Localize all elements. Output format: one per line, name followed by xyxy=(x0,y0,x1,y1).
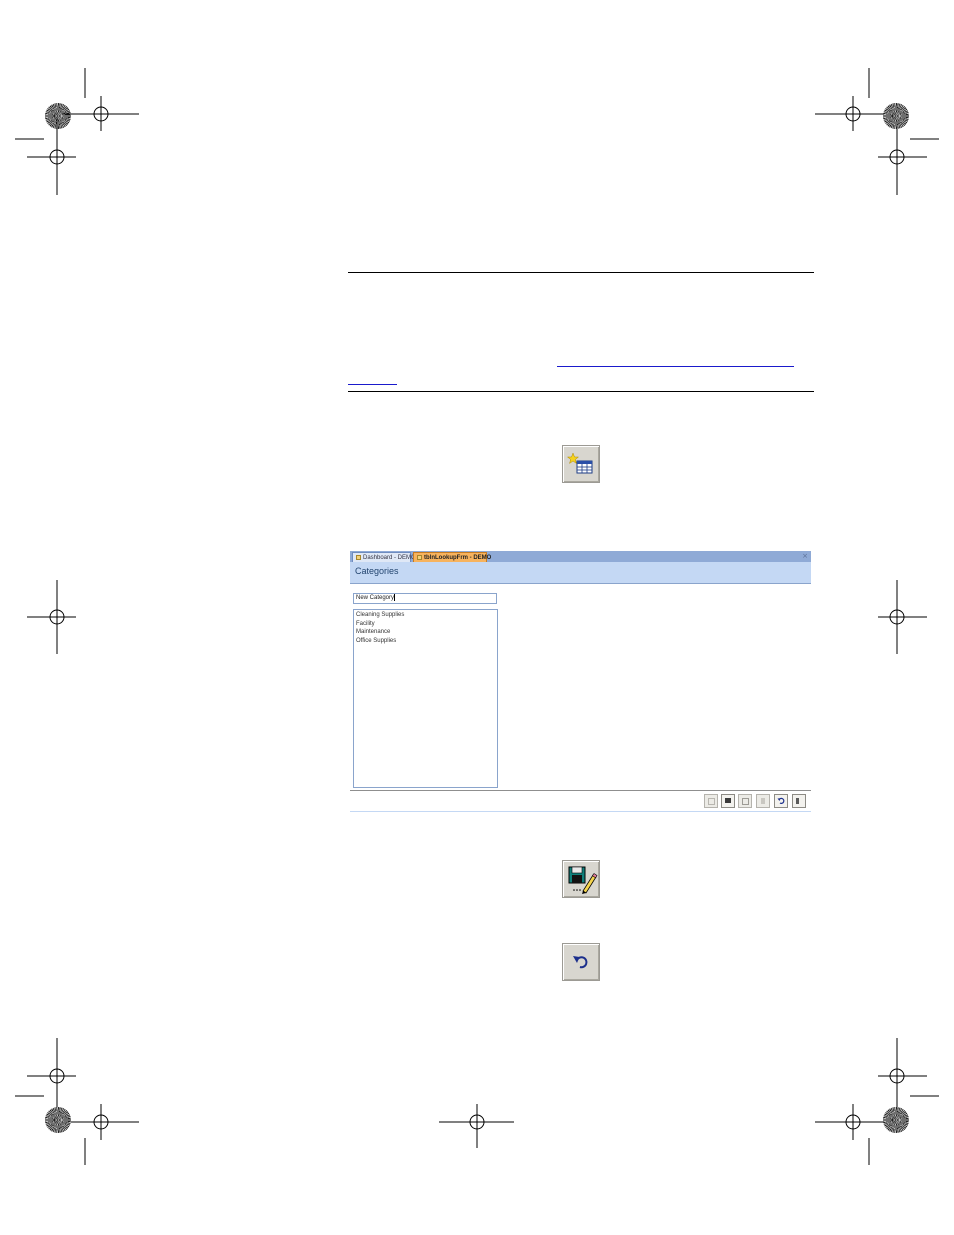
save-edit-button[interactable] xyxy=(562,860,600,898)
save-edit-icon xyxy=(568,866,598,894)
undo-button[interactable] xyxy=(562,943,600,981)
new-record-icon xyxy=(566,452,593,474)
list-item[interactable]: Office Supplies xyxy=(356,637,495,646)
text-cursor xyxy=(394,594,396,601)
document-tab-bar: Dashboard - DEMO tblnLookupFrm - DEMO × xyxy=(350,551,811,562)
category-list[interactable]: Cleaning Supplies Facility Maintenance O… xyxy=(353,609,498,788)
list-item[interactable]: Maintenance xyxy=(356,628,495,637)
list-item[interactable]: Facility xyxy=(356,620,495,629)
note-link[interactable] xyxy=(557,352,794,367)
footer-copy-button[interactable] xyxy=(738,794,752,808)
footer-new-button[interactable] xyxy=(704,794,718,808)
form-icon xyxy=(356,555,361,560)
footer-delete-button[interactable] xyxy=(756,794,770,808)
form-header: Categories xyxy=(350,562,811,584)
exit-icon xyxy=(796,798,799,804)
footer-edit-button[interactable] xyxy=(721,794,735,808)
registration-star-icon xyxy=(883,103,909,129)
registration-star-icon xyxy=(883,1107,909,1133)
tab-dashboard[interactable]: Dashboard - DEMO xyxy=(352,552,416,562)
bottom-rule xyxy=(348,391,814,392)
form-title: Categories xyxy=(355,566,399,576)
edit-icon xyxy=(725,798,731,803)
new-category-input[interactable]: New Category xyxy=(353,593,497,604)
delete-icon xyxy=(761,798,765,804)
note-link-continued[interactable] xyxy=(348,372,397,385)
registration-star-icon xyxy=(45,1107,71,1133)
categories-form-screenshot: Dashboard - DEMO tblnLookupFrm - DEMO × … xyxy=(350,551,811,812)
undo-icon xyxy=(573,956,588,969)
close-icon[interactable]: × xyxy=(802,551,808,561)
new-category-value: New Category xyxy=(356,595,395,602)
new-icon xyxy=(708,798,715,805)
form-footer xyxy=(350,790,811,812)
undo-icon xyxy=(777,797,785,804)
footer-undo-button[interactable] xyxy=(774,794,788,808)
tab-dashboard-label: Dashboard - DEMO xyxy=(363,555,416,561)
copy-icon xyxy=(742,798,749,805)
list-item[interactable]: Cleaning Supplies xyxy=(356,611,495,620)
tab-lookup-form[interactable]: tblnLookupFrm - DEMO xyxy=(413,552,491,562)
tab-lookup-form-label: tblnLookupFrm - DEMO xyxy=(424,555,492,561)
form-icon xyxy=(417,555,422,560)
top-rule xyxy=(348,272,814,273)
footer-exit-button[interactable] xyxy=(792,794,806,808)
new-record-button[interactable] xyxy=(562,445,600,483)
